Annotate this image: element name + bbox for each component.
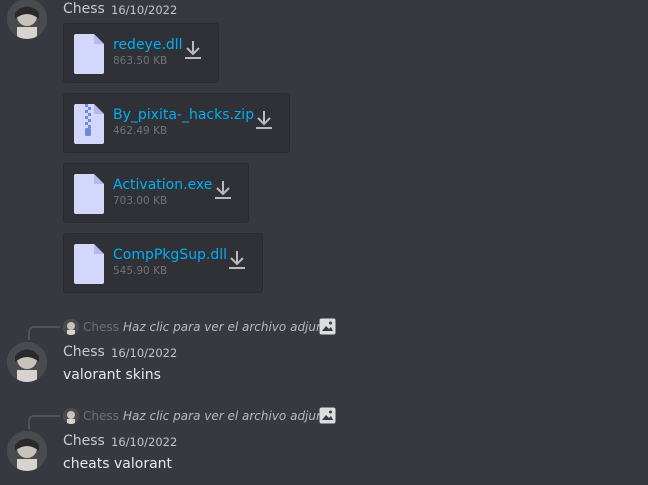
- reply-username[interactable]: Chess: [83, 320, 119, 334]
- reply-preview-text[interactable]: Haz clic para ver el archivo adjunto: [123, 320, 336, 334]
- username[interactable]: Chess: [63, 343, 105, 361]
- username[interactable]: Chess: [63, 432, 105, 450]
- file-icon: [74, 244, 104, 288]
- avatar[interactable]: [7, 431, 47, 471]
- download-icon[interactable]: [213, 179, 233, 205]
- reply-connector: [28, 326, 60, 340]
- file-icon: [74, 34, 104, 78]
- image-icon: [319, 318, 336, 339]
- attachment-filename-link[interactable]: Activation.exe: [113, 177, 212, 193]
- attachment-filesize: 863.50 KB: [113, 55, 168, 67]
- zip-file-icon: [74, 104, 104, 148]
- reply-username[interactable]: Chess: [83, 409, 119, 423]
- avatar[interactable]: [7, 342, 47, 382]
- timestamp: 16/10/2022: [111, 346, 178, 360]
- attachment-filesize: 703.00 KB: [113, 195, 168, 207]
- timestamp: 16/10/2022: [111, 3, 178, 17]
- image-icon: [319, 407, 336, 428]
- attachment-card: By_pixita-_hacks.zip 462.49 KB: [63, 93, 290, 153]
- file-icon: [74, 174, 104, 218]
- attachment-card: CompPkgSup.dll 545.90 KB: [63, 233, 263, 293]
- attachment-filename-link[interactable]: CompPkgSup.dll: [113, 247, 227, 263]
- reply-preview-text[interactable]: Haz clic para ver el archivo adjunto: [123, 409, 336, 423]
- download-icon[interactable]: [227, 249, 247, 275]
- timestamp: 16/10/2022: [111, 435, 178, 449]
- attachment-filesize: 462.49 KB: [113, 125, 168, 137]
- reply-avatar[interactable]: [63, 319, 79, 335]
- download-icon[interactable]: [183, 39, 203, 65]
- reply-avatar[interactable]: [63, 408, 79, 424]
- message-content: cheats valorant: [63, 456, 173, 472]
- attachment-card: Activation.exe 703.00 KB: [63, 163, 249, 223]
- download-icon[interactable]: [254, 109, 274, 135]
- reply-connector: [28, 415, 60, 429]
- attachment-filename-link[interactable]: redeye.dll: [113, 37, 183, 53]
- avatar[interactable]: [7, 0, 47, 39]
- attachment-card: redeye.dll 863.50 KB: [63, 23, 219, 83]
- attachment-filename-link[interactable]: By_pixita-_hacks.zip: [113, 107, 254, 123]
- username[interactable]: Chess: [63, 0, 105, 18]
- message-content: valorant skins: [63, 367, 161, 383]
- attachment-filesize: 545.90 KB: [113, 265, 168, 277]
